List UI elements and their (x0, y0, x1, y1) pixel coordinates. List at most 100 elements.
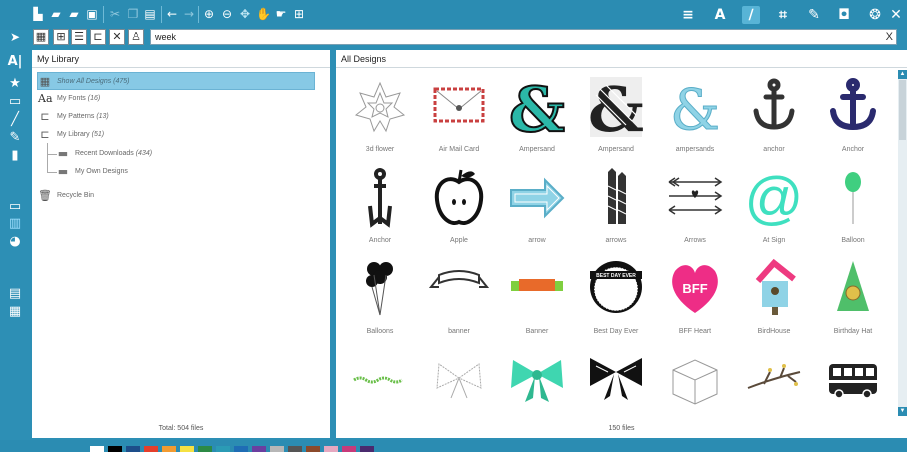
color-swatch[interactable] (90, 446, 104, 452)
zoom-select-icon[interactable]: ✥ (238, 7, 252, 21)
design-tile[interactable] (656, 348, 734, 436)
text-a-icon[interactable]: A| (7, 54, 23, 70)
designs-scrollbar[interactable]: ▲ ▼ (898, 70, 907, 416)
pen-tool-icon[interactable]: ∕ (742, 6, 760, 24)
globe-icon[interactable]: ◕ (7, 234, 23, 250)
design-tile[interactable]: Anchor (341, 166, 419, 254)
cut-icon[interactable]: ✂ (108, 7, 122, 21)
design-tile[interactable]: Apple (420, 166, 498, 254)
pencil-icon[interactable]: ✎ (7, 130, 23, 146)
redo-icon[interactable]: → (182, 7, 196, 21)
design-tile[interactable]: Anchor (814, 75, 892, 163)
new-file-icon[interactable]: ▙ (31, 7, 45, 21)
design-tile[interactable]: @ At Sign (735, 166, 813, 254)
scroll-down-icon[interactable]: ▼ (898, 407, 907, 416)
color-swatch[interactable] (126, 446, 140, 452)
open-folder-recent-icon[interactable]: ▰ (67, 7, 81, 21)
color-swatch[interactable] (180, 446, 194, 452)
rectangle-icon[interactable]: ▭ (7, 94, 23, 110)
library-book-icon[interactable]: ▥ (7, 216, 23, 232)
design-tile[interactable]: 3d flower (341, 75, 419, 163)
tree-item-recent-downloads[interactable]: ▬ Recent Downloads (434) (56, 145, 152, 163)
text-tool-icon[interactable]: A (711, 6, 729, 24)
star-icon[interactable]: ★ (7, 76, 23, 92)
design-tile[interactable]: Arrows (656, 166, 734, 254)
line-icon[interactable]: ╱ (7, 112, 23, 128)
color-swatch[interactable] (108, 446, 122, 452)
color-swatch[interactable] (360, 446, 374, 452)
crop-icon[interactable]: ⌗ (774, 6, 792, 24)
panels-icon[interactable]: ▦ (7, 304, 23, 320)
tree-item-my-library[interactable]: ⊏ My Library (51) (38, 126, 104, 144)
tree-item-recycle-bin[interactable]: 🗑 Recycle Bin (38, 187, 94, 205)
copy-icon[interactable]: ❐ (126, 7, 140, 21)
design-tile[interactable]: & ampersands (656, 75, 734, 163)
tree-item-my-fonts[interactable]: Aa My Fonts (16) (38, 90, 100, 108)
list-view-icon[interactable]: ☰ (71, 29, 87, 45)
design-tile[interactable] (814, 348, 892, 436)
color-swatch[interactable] (306, 446, 320, 452)
list-lines-icon[interactable]: ≡ (679, 6, 697, 24)
zoom-in-icon[interactable]: ⊕ (202, 7, 216, 21)
folder-icon[interactable]: ⊏ (90, 29, 106, 45)
color-swatch[interactable] (270, 446, 284, 452)
design-tile[interactable] (341, 348, 419, 436)
color-swatch[interactable] (252, 446, 266, 452)
color-swatch[interactable] (288, 446, 302, 452)
design-tile[interactable]: & Ampersand (577, 75, 655, 163)
design-tile[interactable]: anchor (735, 75, 813, 163)
design-tile[interactable] (498, 348, 576, 436)
fit-page-icon[interactable]: ⊞ (292, 7, 306, 21)
design-tile[interactable]: Air Mail Card (420, 75, 498, 163)
color-swatch[interactable] (198, 446, 212, 452)
tree-item-show-all[interactable]: ▦ Show All Designs (475) (37, 72, 315, 90)
scroll-up-icon[interactable]: ▲ (898, 70, 907, 79)
zoom-out-icon[interactable]: ⊖ (220, 7, 234, 21)
design-tile[interactable]: Birthday Hat (814, 257, 892, 345)
design-tile[interactable]: arrows (577, 166, 655, 254)
design-tile[interactable]: & Ampersand (498, 75, 576, 163)
pointer-icon[interactable]: ➤ (8, 30, 22, 44)
design-tile[interactable]: banner (420, 257, 498, 345)
design-tile[interactable]: Banner (498, 257, 576, 345)
user-icon[interactable]: ♙ (128, 29, 144, 45)
hand-icon[interactable]: ☛ (274, 7, 288, 21)
design-tile[interactable]: BEST DAY EVER Best Day Ever (577, 257, 655, 345)
palette-icon[interactable]: ❂ (866, 6, 884, 24)
design-tile[interactable]: Balloons (341, 257, 419, 345)
design-tile[interactable]: BirdHouse (735, 257, 813, 345)
delete-x-icon[interactable]: ✕ (109, 29, 125, 45)
tree-item-my-patterns[interactable]: ⊏ My Patterns (13) (38, 108, 108, 126)
tile-label: Anchor (841, 146, 865, 153)
grid-view-icon[interactable]: ⊞ (53, 29, 69, 45)
paste-icon[interactable]: ▤ (143, 7, 157, 21)
color-swatch[interactable] (144, 446, 158, 452)
design-tile[interactable]: Balloon (814, 166, 892, 254)
page-icon[interactable]: ▭ (7, 199, 23, 215)
close-panel-icon[interactable]: ✕ (889, 6, 903, 24)
design-tile[interactable] (735, 348, 813, 436)
layers-icon[interactable]: ▤ (7, 286, 23, 302)
grid-folder-icon: ▦ (39, 75, 51, 88)
print-icon[interactable]: ▣ (85, 7, 99, 21)
design-tile[interactable]: arrow (498, 166, 576, 254)
search-clear-icon[interactable]: X (886, 30, 893, 44)
color-swatch[interactable] (342, 446, 356, 452)
shape-icon[interactable]: ◘ (835, 6, 853, 24)
color-swatch[interactable] (234, 446, 248, 452)
open-folder-icon[interactable]: ▰ (49, 7, 63, 21)
eraser-icon[interactable]: ▮ (7, 148, 23, 164)
color-swatch[interactable] (162, 446, 176, 452)
design-tile[interactable] (577, 348, 655, 436)
search-input[interactable]: week X (150, 29, 897, 45)
thumbnail-view-icon[interactable]: ▦ (33, 29, 49, 45)
knife-icon[interactable]: ✎ (805, 6, 823, 24)
pan-icon[interactable]: ✋ (256, 7, 271, 21)
color-swatch[interactable] (216, 446, 230, 452)
color-swatch[interactable] (324, 446, 338, 452)
design-tile[interactable]: BFF BFF Heart (656, 257, 734, 345)
undo-icon[interactable]: ← (165, 7, 179, 21)
tree-item-my-own-designs[interactable]: ▬ My Own Designs (56, 163, 128, 181)
scroll-thumb[interactable] (899, 80, 906, 140)
design-tile[interactable] (420, 348, 498, 436)
